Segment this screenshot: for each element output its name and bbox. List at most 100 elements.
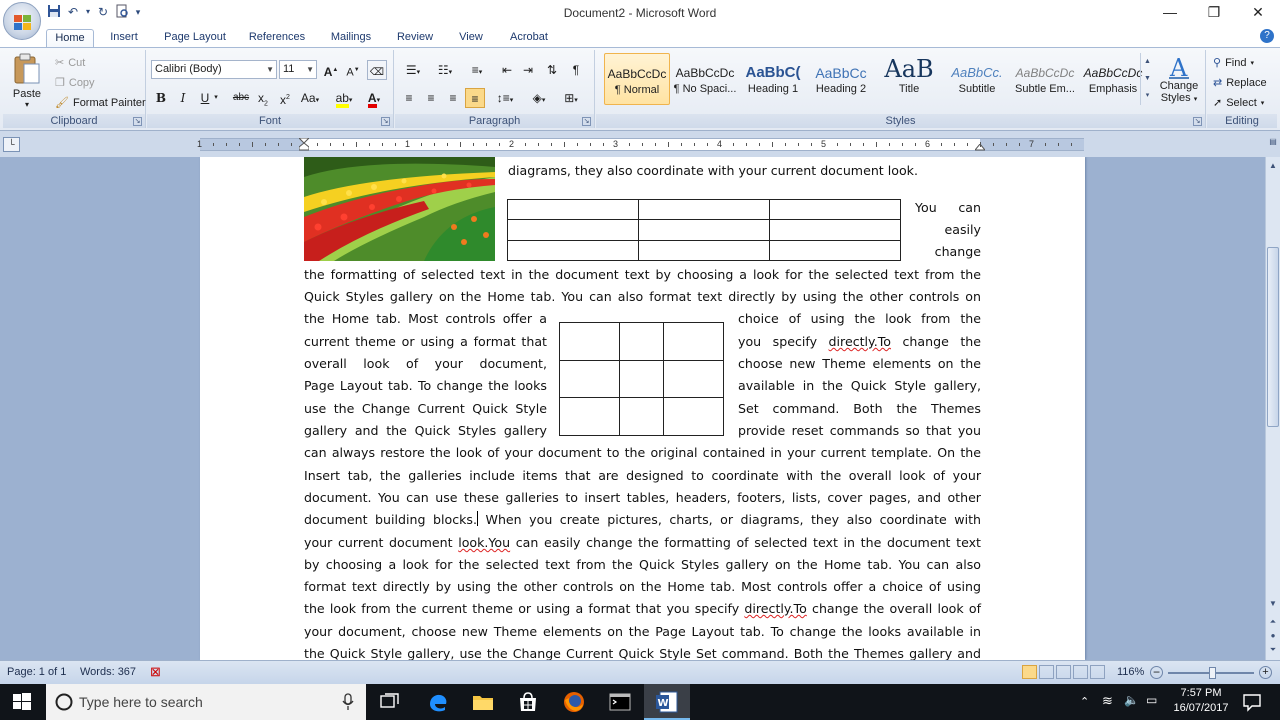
tab-view[interactable]: View — [452, 29, 490, 47]
sort-button[interactable]: ⇅ — [542, 60, 562, 80]
align-right-button[interactable]: ≡ — [443, 88, 463, 108]
tab-review[interactable]: Review — [392, 29, 438, 47]
task-view-icon[interactable] — [378, 690, 402, 714]
full-screen-reading-icon[interactable] — [1039, 665, 1054, 679]
superscript-button[interactable]: x2 — [275, 88, 295, 108]
subscript-button[interactable]: x2 — [253, 88, 273, 108]
paragraph-launcher-icon[interactable]: ↘ — [582, 117, 591, 126]
select-browse-object-icon[interactable]: ● — [1266, 629, 1280, 643]
scrollbar-thumb[interactable] — [1267, 247, 1279, 427]
font-color-button[interactable]: A▾ — [361, 88, 387, 108]
previous-page-icon[interactable]: ⏶ — [1266, 615, 1280, 629]
shading-button[interactable]: ◈▾ — [525, 88, 553, 108]
chevron-up-icon[interactable]: ▲ — [1141, 53, 1154, 70]
tab-page-layout[interactable]: Page Layout — [160, 29, 230, 47]
underline-dropdown-icon[interactable]: ▾ — [211, 88, 221, 108]
change-styles-button[interactable]: A Change Styles ▾ — [1157, 52, 1201, 112]
styles-launcher-icon[interactable]: ↘ — [1193, 117, 1202, 126]
windows-start-icon[interactable] — [10, 690, 34, 714]
change-case-button[interactable]: Aa▾ — [297, 88, 323, 108]
clipboard-launcher-icon[interactable]: ↘ — [133, 117, 142, 126]
scroll-down-icon[interactable]: ▼ — [1266, 597, 1280, 611]
word-count[interactable]: Words: 367 — [80, 666, 136, 678]
edge-browser-icon[interactable] — [426, 690, 450, 714]
style-heading-2[interactable]: AaBbCc Heading 2 — [808, 53, 874, 105]
zoom-level[interactable]: 116% — [1117, 666, 1144, 678]
document-page[interactable]: diagrams, they also coordinate with your… — [200, 157, 1085, 660]
decrease-indent-button[interactable]: ⇤ — [497, 60, 517, 80]
multilevel-list-button[interactable]: ≡▾ — [463, 60, 491, 80]
find-button[interactable]: ⚲ Find ▾ — [1213, 56, 1254, 70]
help-icon[interactable]: ? — [1260, 29, 1274, 43]
align-center-button[interactable]: ≡ — [421, 88, 441, 108]
tab-selector-icon[interactable]: └ — [3, 137, 20, 152]
tab-mailings[interactable]: Mailings — [324, 29, 378, 47]
battery-icon[interactable]: ▭ — [1146, 693, 1157, 707]
table-cell[interactable] — [663, 359, 724, 399]
table-cell[interactable] — [559, 359, 620, 399]
taskbar-search[interactable]: Type here to search — [46, 684, 366, 720]
vertical-scrollbar[interactable]: ▤ ▲ ▼ ⏶ ● ⏷ — [1265, 137, 1280, 660]
zoom-in-icon[interactable]: + — [1259, 666, 1272, 679]
bold-button[interactable]: B — [151, 88, 171, 108]
increase-indent-button[interactable]: ⇥ — [518, 60, 538, 80]
styles-gallery-scroll[interactable]: ▲ ▼ ▾ — [1140, 53, 1154, 105]
ruler-toggle-icon[interactable]: ▤ — [1266, 135, 1280, 149]
format-painter-button[interactable]: 🖌 Format Painter — [55, 96, 146, 110]
restore-button[interactable]: ❐ — [1192, 0, 1236, 26]
table-cell[interactable] — [638, 198, 770, 221]
style-subtle-emphasis[interactable]: AaBbCcDc Subtle Em... — [1012, 53, 1078, 105]
table-cell[interactable] — [507, 239, 639, 262]
tab-references[interactable]: References — [244, 29, 310, 47]
show-hide-button[interactable]: ¶ — [566, 60, 586, 80]
highlight-color-button[interactable]: ab▾ — [331, 88, 357, 108]
microphone-icon[interactable] — [342, 693, 354, 711]
bullets-button[interactable]: ☰▾ — [399, 60, 427, 80]
table-cell[interactable] — [663, 397, 724, 436]
font-launcher-icon[interactable]: ↘ — [381, 117, 390, 126]
clock[interactable]: 7:57 PM 16/07/2017 — [1168, 687, 1234, 714]
style-title[interactable]: AaB Title — [876, 53, 942, 105]
next-page-icon[interactable]: ⏷ — [1266, 643, 1280, 657]
volume-icon[interactable]: 🔈 — [1124, 693, 1139, 707]
page-count[interactable]: Page: 1 of 1 — [7, 666, 66, 678]
outline-view-icon[interactable] — [1073, 665, 1088, 679]
tab-acrobat[interactable]: Acrobat — [504, 29, 554, 47]
table-cell[interactable] — [507, 219, 639, 241]
web-layout-icon[interactable] — [1056, 665, 1071, 679]
table-cell[interactable] — [619, 359, 664, 399]
zoom-slider-thumb[interactable] — [1209, 667, 1216, 679]
select-button[interactable]: ➚ Select ▾ — [1213, 96, 1264, 110]
spelling-error[interactable]: directly.To — [829, 334, 891, 349]
line-spacing-button[interactable]: ↕≡▾ — [491, 88, 519, 108]
replace-button[interactable]: ⇄ Replace — [1213, 76, 1267, 90]
zoom-out-icon[interactable]: − — [1150, 666, 1163, 679]
font-size-combo[interactable]: 11 ▼ — [279, 60, 317, 79]
action-center-icon[interactable] — [1240, 690, 1264, 714]
table-cell[interactable] — [663, 322, 724, 361]
horizontal-ruler[interactable]: 1 1 2 3 4 5 6 7 — [197, 138, 1084, 151]
strikethrough-button[interactable]: abc — [229, 88, 253, 108]
store-icon[interactable] — [516, 690, 540, 714]
style-no-spacing[interactable]: AaBbCcDc ¶ No Spaci... — [672, 53, 738, 105]
print-layout-view-icon[interactable] — [1022, 665, 1037, 679]
file-explorer-icon[interactable] — [471, 690, 495, 714]
table-cell[interactable] — [619, 397, 664, 436]
tray-chevron-icon[interactable]: ⌃ — [1080, 695, 1089, 708]
minimize-button[interactable]: — — [1148, 0, 1192, 26]
font-name-combo[interactable]: Calibri (Body) ▼ — [151, 60, 277, 79]
grow-font-button[interactable]: A▲ — [321, 60, 341, 80]
command-prompt-icon[interactable] — [608, 690, 632, 714]
table-cell[interactable] — [507, 198, 639, 221]
table-cell[interactable] — [559, 322, 620, 361]
firefox-icon[interactable] — [562, 690, 586, 714]
tab-home[interactable]: Home — [46, 29, 94, 47]
align-left-button[interactable]: ≡ — [399, 88, 419, 108]
table-3x3-inline[interactable] — [559, 322, 724, 436]
italic-button[interactable]: I — [173, 88, 193, 108]
cut-button[interactable]: ✂ Cut — [55, 56, 85, 70]
spelling-error[interactable]: directly.To — [744, 601, 806, 616]
office-button[interactable] — [3, 2, 41, 40]
borders-button[interactable]: ⊞▾ — [557, 88, 585, 108]
scroll-up-icon[interactable]: ▲ — [1266, 159, 1280, 173]
